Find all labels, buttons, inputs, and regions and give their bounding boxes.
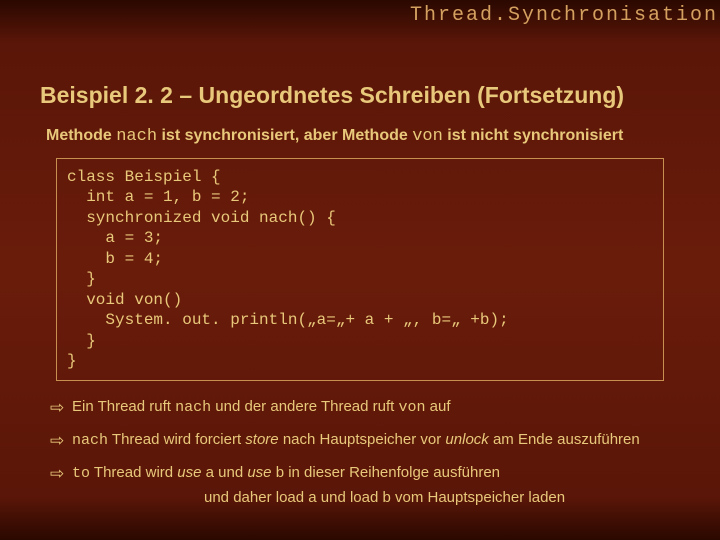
t: Ein Thread ruft	[72, 398, 175, 415]
slide-title: Beispiel 2. 2 – Ungeordnetes Schreiben (…	[40, 82, 680, 109]
t: unlock	[445, 431, 488, 448]
arrow-icon: ⇨	[50, 397, 72, 420]
t: am Ende auszuführen	[489, 431, 640, 448]
t: load	[276, 489, 304, 506]
subtitle-part3: ist nicht synchronisiert	[443, 127, 623, 144]
list-item: ⇨ to Thread wird use a und use b in dies…	[50, 463, 680, 486]
t: store	[245, 431, 278, 448]
slide-content: Beispiel 2. 2 – Ungeordnetes Schreiben (…	[0, 0, 720, 508]
t: auf	[426, 398, 451, 415]
t: b in dieser Reihenfolge ausführen	[272, 464, 501, 481]
subtitle-mono2: von	[412, 127, 443, 146]
t: b vom Hauptspeicher laden	[378, 489, 565, 506]
bullet-continuation: und daher load a und load b vom Hauptspe…	[204, 488, 680, 508]
t: to	[72, 465, 90, 482]
t: use	[177, 464, 201, 481]
bullet-list: ⇨ Ein Thread ruft nach und der andere Th…	[50, 397, 680, 508]
subtitle: Methode nach ist synchronisiert, aber Me…	[46, 127, 680, 146]
bullet-text: to Thread wird use a und use b in dieser…	[72, 463, 680, 486]
list-item: ⇨ Ein Thread ruft nach und der andere Th…	[50, 397, 680, 420]
t: von	[399, 399, 426, 416]
t: nach	[72, 432, 108, 449]
subtitle-part1: Methode	[46, 127, 116, 144]
topic-label: Thread.Synchronisation	[410, 4, 718, 27]
code-block: class Beispiel { int a = 1, b = 2; synch…	[56, 158, 664, 381]
bullet-text: nach Thread wird forciert store nach Hau…	[72, 430, 680, 453]
t: use	[247, 464, 271, 481]
bullet-text: Ein Thread ruft nach und der andere Thre…	[72, 397, 680, 420]
t: load	[350, 489, 378, 506]
t: und daher	[204, 489, 276, 506]
arrow-icon: ⇨	[50, 430, 72, 453]
t: nach Hauptspeicher vor	[279, 431, 446, 448]
t: Thread wird forciert	[108, 431, 245, 448]
t: und der andere Thread ruft	[211, 398, 398, 415]
list-item: ⇨ nach Thread wird forciert store nach H…	[50, 430, 680, 453]
subtitle-mono1: nach	[116, 127, 157, 146]
t: nach	[175, 399, 211, 416]
arrow-icon: ⇨	[50, 463, 72, 486]
t: a und	[201, 464, 247, 481]
t: a und	[304, 489, 350, 506]
t: Thread wird	[90, 464, 177, 481]
subtitle-part2: ist synchronisiert, aber Methode	[157, 127, 412, 144]
